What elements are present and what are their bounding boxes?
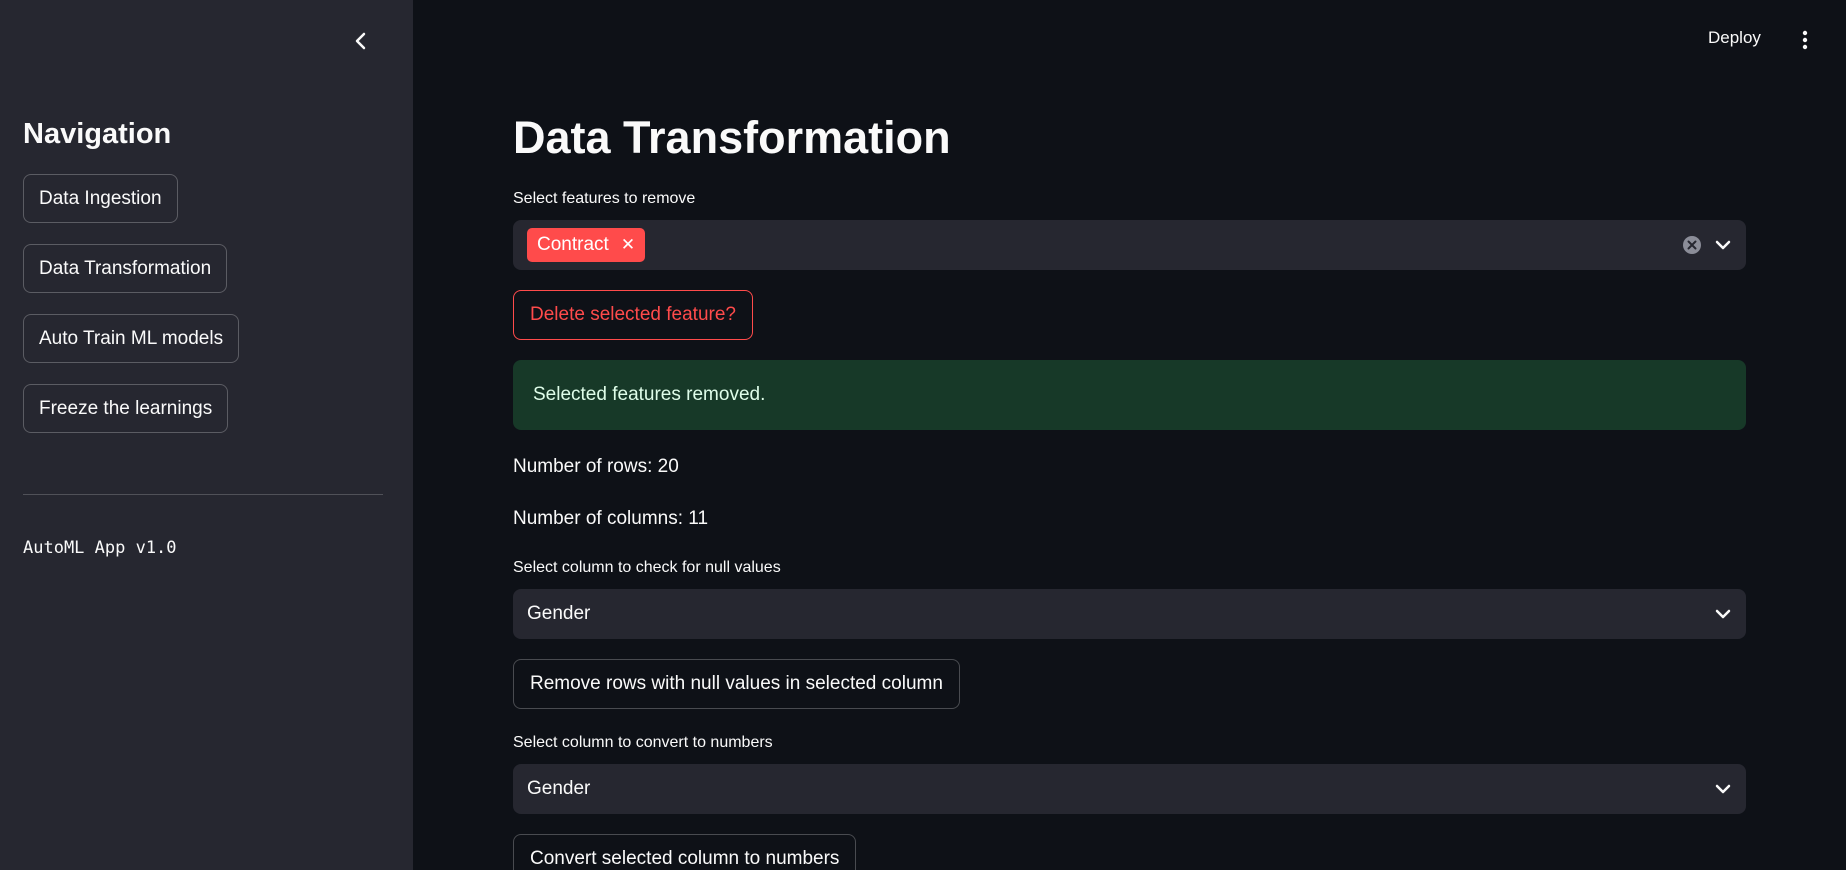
collapse-sidebar-button[interactable] [348,28,374,54]
null-check-label: Select column to check for null values [513,559,781,576]
chevron-down-icon [1715,784,1731,794]
convert-column-select[interactable]: Gender [513,764,1746,814]
delete-selected-feature-button[interactable]: Delete selected feature? [513,290,753,340]
main-menu-button[interactable] [1794,28,1816,52]
null-check-value: Gender [527,603,591,624]
selected-feature-tag: Contract ✕ [527,228,646,262]
sidebar-title: Navigation [23,118,172,150]
chevron-left-icon [355,32,366,50]
clear-circle-icon[interactable] [1682,235,1702,255]
close-icon[interactable]: ✕ [621,235,635,255]
sidebar-item-freeze-learnings[interactable]: Freeze the learnings [23,384,229,433]
success-message: Selected features removed. [533,384,766,405]
deploy-button[interactable]: Deploy [1708,28,1761,48]
convert-label: Select column to convert to numbers [513,734,773,751]
rows-count: Number of rows: 20 [513,456,679,477]
kebab-menu-icon [1802,30,1808,50]
columns-count: Number of columns: 11 [513,508,709,529]
success-alert: Selected features removed. [513,360,1746,430]
null-check-select[interactable]: Gender [513,589,1746,639]
sidebar-divider [23,494,383,495]
page-title: Data Transformation [513,112,951,163]
sidebar: Navigation Data Ingestion Data Transform… [0,0,413,870]
sidebar-item-data-transformation[interactable]: Data Transformation [23,244,228,293]
convert-column-value: Gender [527,778,591,799]
chevron-down-icon [1715,609,1731,619]
tag-label: Contract [537,234,609,255]
chevron-down-icon[interactable] [1714,236,1732,254]
sidebar-item-data-ingestion[interactable]: Data Ingestion [23,174,178,223]
sidebar-item-auto-train[interactable]: Auto Train ML models [23,314,240,363]
remove-features-multiselect[interactable]: Contract ✕ [513,220,1746,270]
convert-column-button[interactable]: Convert selected column to numbers [513,834,857,870]
remove-null-rows-button[interactable]: Remove rows with null values in selected… [513,659,960,709]
remove-features-label: Select features to remove [513,190,696,207]
app-version: AutoML App v1.0 [23,538,177,558]
